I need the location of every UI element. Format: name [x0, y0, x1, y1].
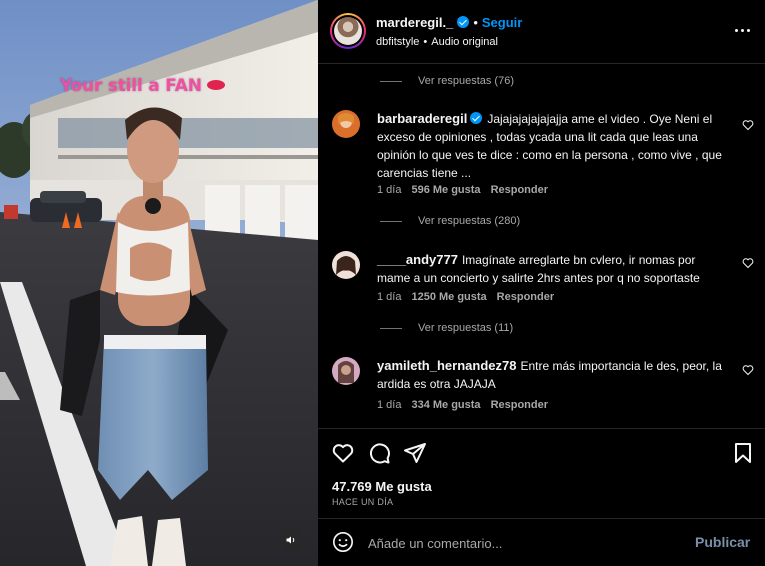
post-actions-bar [318, 438, 765, 468]
post-timestamp: HACE UN DÍA [332, 497, 394, 507]
post-media[interactable]: Your still a FAN [0, 0, 318, 566]
comment-meta: 1 día 596 Me gusta Responder [377, 184, 558, 196]
audio-toggle-button[interactable] [279, 528, 303, 552]
post-side-panel: marderegil._ • Seguir dbfitstyle • Audio ori… [318, 0, 765, 566]
comment-username[interactable]: yamileth_hernandez78 [377, 358, 516, 373]
like-comment-heart-icon[interactable] [742, 364, 754, 376]
comment-likes[interactable]: 334 Me gusta [411, 399, 480, 411]
verified-badge-icon [470, 112, 483, 124]
comment-bubble-icon[interactable] [367, 441, 391, 465]
comment-username[interactable]: ____andy777 [377, 252, 458, 267]
comment-avatar[interactable] [332, 110, 360, 138]
comment-meta: 1 día 334 Me gusta Responder [377, 399, 558, 411]
audio-attribution: dbfitstyle • Audio original [376, 36, 498, 48]
view-replies-button[interactable]: Ver respuestas (76) [380, 75, 514, 87]
comment-avatar[interactable] [332, 357, 360, 385]
audio-label-link[interactable]: Audio original [431, 36, 498, 48]
verified-badge-icon [457, 16, 470, 28]
reply-button[interactable]: Responder [491, 184, 548, 196]
post-likes-count[interactable]: 47.769 Me gusta [332, 479, 432, 494]
like-comment-heart-icon[interactable] [742, 257, 754, 269]
comment-body: yamileth_hernandez78 Entre más importanci… [377, 357, 729, 393]
more-options-icon[interactable] [732, 20, 752, 40]
emoji-icon[interactable] [332, 531, 354, 553]
add-comment-bar: Publicar [318, 519, 765, 566]
speaker-icon [286, 536, 295, 544]
comment-username[interactable]: barbaraderegil [377, 111, 467, 126]
comment-meta: 1 día 1250 Me gusta Responder [377, 291, 564, 303]
like-comment-heart-icon[interactable] [742, 119, 754, 131]
comment-input[interactable] [368, 532, 678, 554]
reply-button[interactable]: Responder [497, 291, 554, 303]
post-header: marderegil._ • Seguir dbfitstyle • Audio ori… [318, 0, 765, 64]
comments-list[interactable]: Ver respuestas (76) barbaraderegil Jajaja… [318, 65, 765, 428]
comment-time: 1 día [377, 291, 402, 303]
audio-user-link[interactable]: dbfitstyle [376, 36, 419, 48]
comment-likes[interactable]: 1250 Me gusta [411, 291, 486, 303]
header-user-line: marderegil._ • Seguir [376, 15, 522, 30]
comment-body: ____andy777 Imagínate arreglarte bn cvler… [377, 251, 729, 287]
comment-body: barbaraderegil Jajajajajajajajja ame el v… [377, 110, 729, 182]
follow-button[interactable]: Seguir [482, 15, 522, 30]
audio-separator-dot: • [423, 36, 428, 48]
comment-time: 1 día [377, 399, 402, 411]
save-bookmark-icon[interactable] [731, 441, 755, 465]
author-username[interactable]: marderegil._ [376, 15, 453, 30]
separator-dot: • [473, 15, 478, 30]
view-replies-button[interactable]: Ver respuestas (280) [380, 215, 520, 227]
section-divider [318, 428, 765, 429]
story-overlay-text: Your still a FAN [60, 76, 225, 96]
view-replies-button[interactable]: Ver respuestas (11) [380, 322, 513, 334]
comment-avatar[interactable] [332, 251, 360, 279]
reply-button[interactable]: Responder [491, 399, 548, 411]
publish-button[interactable]: Publicar [695, 534, 750, 550]
share-paper-plane-icon[interactable] [403, 441, 427, 465]
comment-likes[interactable]: 596 Me gusta [411, 184, 480, 196]
avatar[interactable] [330, 13, 366, 49]
like-heart-icon[interactable] [331, 441, 355, 465]
lips-emoji-icon [206, 80, 225, 90]
comment-time: 1 día [377, 184, 402, 196]
